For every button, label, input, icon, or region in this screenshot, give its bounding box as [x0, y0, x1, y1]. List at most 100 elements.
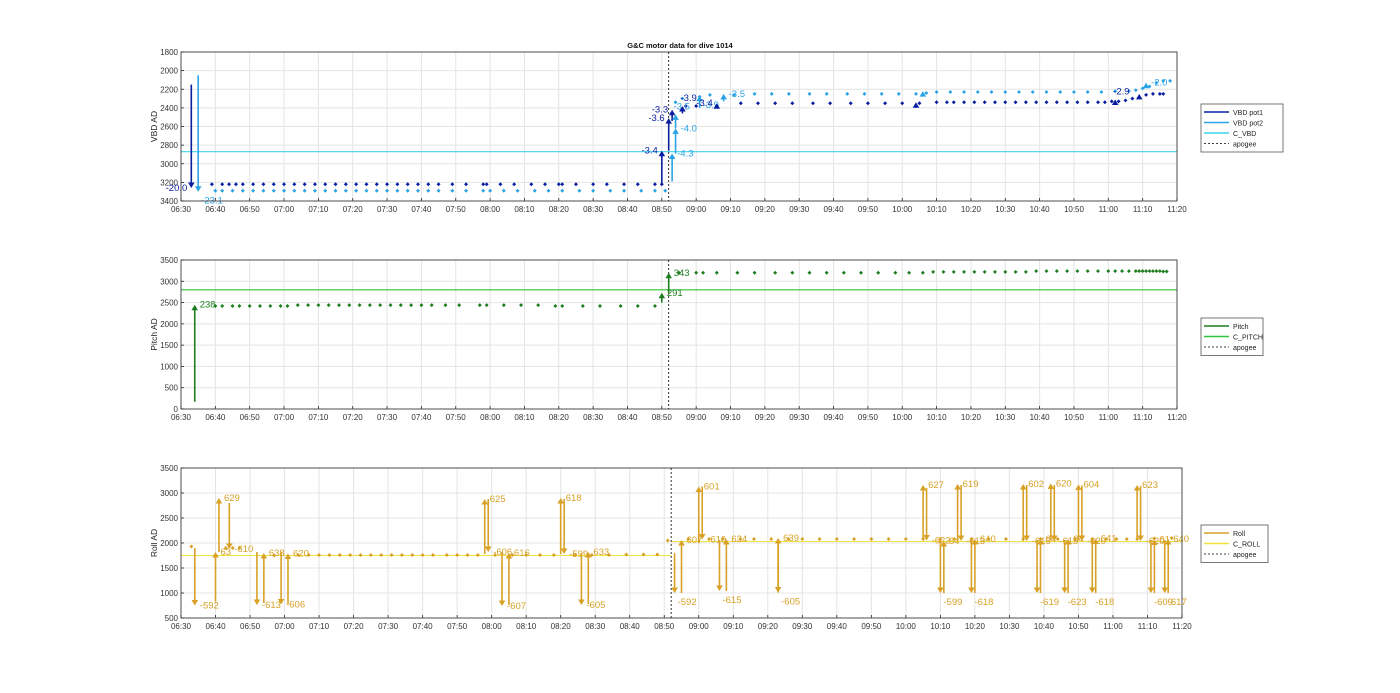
x-tick-label: 10:20	[961, 205, 982, 214]
arrow-label: 640	[1173, 534, 1189, 545]
arrow-label: 601	[704, 482, 720, 493]
y-tick-label: 1500	[160, 341, 178, 350]
x-tick-label: 09:00	[686, 413, 707, 422]
y-tick-label: 2000	[160, 67, 178, 76]
x-tick-label: 11:10	[1133, 205, 1153, 214]
x-tick-label: 09:40	[824, 413, 845, 422]
arrow-label: 639	[783, 533, 799, 544]
y-tick-label: 0	[174, 405, 179, 414]
y-axis-label: Roll AD	[149, 529, 159, 557]
x-tick-label: 07:10	[308, 413, 329, 422]
x-tick-label: 09:30	[789, 205, 810, 214]
x-tick-label: 10:00	[892, 205, 913, 214]
y-tick-label: 2500	[160, 299, 178, 308]
x-tick-label: 10:40	[1030, 205, 1051, 214]
arrow-label: -606	[286, 600, 305, 611]
x-tick-label: 09:20	[755, 205, 776, 214]
x-tick-label: 09:00	[689, 622, 710, 631]
legend-label: VBD pot2	[1233, 120, 1263, 127]
figure-title: G&C motor data for dive 1014	[627, 41, 733, 50]
y-tick-label: 1500	[160, 564, 178, 573]
x-tick-label: 10:30	[995, 205, 1016, 214]
y-tick-label: 500	[165, 384, 179, 393]
x-tick-label: 10:10	[927, 413, 948, 422]
arrow-label: -599	[943, 597, 962, 608]
y-tick-label: 2000	[160, 539, 178, 548]
arrow-label: -3.4	[641, 146, 657, 157]
x-tick-label: 11:00	[1099, 413, 1119, 422]
legend: Roll C_ROLLapogee	[1200, 524, 1269, 563]
x-tick-label: 09:10	[721, 413, 742, 422]
arrow-label: 627	[928, 480, 944, 491]
x-tick-label: 07:10	[308, 205, 329, 214]
x-tick-label: 11:20	[1167, 413, 1187, 422]
x-tick-label: 06:50	[240, 413, 261, 422]
arrow-label: -3.3	[652, 105, 668, 116]
x-tick-label: 07:00	[275, 622, 296, 631]
arrow-label: -615	[722, 595, 741, 606]
y-tick-label: 2400	[160, 104, 178, 113]
y-tick-label: 3500	[160, 256, 178, 265]
y-tick-label: 2200	[160, 85, 178, 94]
arrow-label: -605	[781, 597, 800, 608]
y-tick-label: 3000	[160, 277, 178, 286]
legend-label: apogee	[1233, 552, 1256, 559]
x-tick-label: 10:50	[1064, 205, 1085, 214]
x-tick-label: 09:30	[792, 622, 813, 631]
x-tick-label: 08:50	[654, 622, 675, 631]
arrow-label: 620	[1056, 479, 1072, 490]
x-tick-label: 10:00	[896, 622, 917, 631]
x-tick-label: 08:20	[549, 413, 570, 422]
x-tick-label: 09:20	[755, 413, 776, 422]
y-tick-label: 3000	[160, 489, 178, 498]
legend-label: VBD pot1	[1233, 110, 1263, 117]
x-tick-label: 09:50	[858, 205, 879, 214]
arrow-label: -592	[678, 597, 697, 608]
x-tick-label: 11:20	[1172, 622, 1192, 631]
legend: VBD pot1 VBD pot2 C_VBDapogee	[1200, 103, 1284, 153]
x-tick-label: 09:30	[789, 413, 810, 422]
arrow-label: 618	[566, 493, 582, 504]
x-tick-label: 08:40	[617, 205, 638, 214]
x-tick-label: 11:10	[1133, 413, 1153, 422]
x-tick-label: 08:50	[652, 413, 673, 422]
figure: G&C motor data for dive 1014 06:30 06:40 0…	[149, 41, 1284, 631]
y-tick-label: 3000	[160, 160, 178, 169]
arrow-label: -619	[1040, 597, 1059, 608]
y-tick-label: 3500	[160, 464, 178, 473]
x-tick-label: 08:10	[514, 413, 535, 422]
arrow-label: 634	[731, 534, 747, 545]
x-tick-label: 10:40	[1030, 413, 1051, 422]
arrow-label: -3.9	[680, 93, 696, 104]
x-tick-label: 10:10	[930, 622, 951, 631]
arrow-label: 619	[963, 479, 979, 490]
x-tick-label: 10:30	[999, 622, 1020, 631]
x-tick-label: 07:50	[446, 413, 467, 422]
x-tick-label: 08:00	[482, 622, 503, 631]
arrow-label: -4.3	[677, 149, 693, 160]
x-tick-label: 06:30	[171, 622, 192, 631]
x-tick-label: 11:10	[1138, 622, 1158, 631]
arrow-label: -2.9	[1113, 86, 1129, 97]
arrow-label: 629	[224, 493, 240, 504]
x-tick-label: 08:10	[514, 205, 535, 214]
y-axis-label: Pitch AD	[149, 318, 159, 351]
x-tick-label: 07:30	[377, 413, 398, 422]
x-tick-label: 11:20	[1167, 205, 1187, 214]
y-tick-label: 2000	[160, 320, 178, 329]
x-tick-label: 09:40	[827, 622, 848, 631]
x-tick-label: 10:50	[1068, 622, 1089, 631]
x-tick-label: 08:30	[583, 413, 604, 422]
x-tick-label: 08:30	[583, 205, 604, 214]
y-axis-label: VBD AD	[149, 111, 159, 142]
arrow-label: 343	[674, 268, 690, 279]
x-tick-label: 07:40	[411, 413, 432, 422]
legend-label: Roll	[1233, 531, 1246, 538]
x-tick-label: 06:40	[206, 622, 227, 631]
arrow-label: 641	[1101, 534, 1117, 545]
arrow-label: 625	[490, 494, 506, 505]
arrow-label: -3.5	[729, 89, 745, 100]
y-tick-label: 1000	[160, 362, 178, 371]
panels: 06:30 06:40 06:50 07:00 07:10 07:20 07:30 07:40…	[149, 48, 1284, 631]
legend-label: C_VBD	[1233, 131, 1256, 138]
